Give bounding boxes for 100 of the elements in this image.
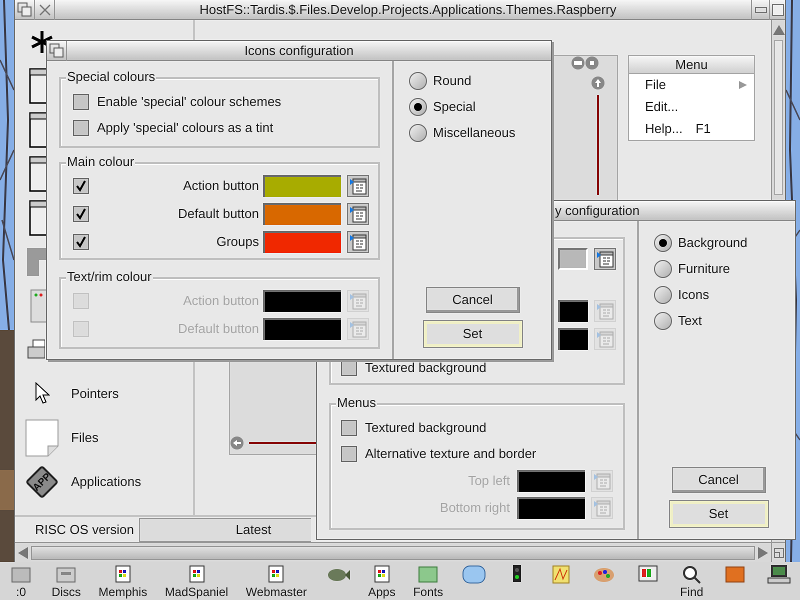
checkbox[interactable] bbox=[73, 120, 89, 136]
menu-title: Menu bbox=[629, 56, 754, 74]
checkbox[interactable] bbox=[73, 94, 89, 110]
radio-button[interactable] bbox=[654, 312, 672, 330]
checkbox[interactable] bbox=[73, 234, 89, 250]
radio-label[interactable]: Round bbox=[433, 71, 472, 91]
button[interactable]: Cancel bbox=[672, 467, 766, 493]
iconise-button[interactable] bbox=[751, 0, 769, 20]
colour-swatch[interactable] bbox=[263, 290, 341, 312]
radio-label[interactable]: Icons bbox=[678, 285, 710, 305]
picker-button[interactable] bbox=[347, 231, 369, 253]
checkbox-label[interactable]: Enable 'special' colour schemes bbox=[97, 92, 282, 112]
window-title: Icons configuration bbox=[243, 42, 355, 60]
colour-swatch[interactable] bbox=[263, 231, 341, 253]
colour-swatch[interactable] bbox=[263, 203, 341, 225]
checkbox[interactable] bbox=[73, 293, 89, 309]
radio-button[interactable] bbox=[409, 124, 427, 142]
radio-label[interactable]: Text bbox=[678, 311, 702, 331]
file-icon bbox=[25, 419, 59, 457]
window-title: HostFS::Tardis.$.Files.Develop.Projects.Applications.Themes.Raspberry bbox=[198, 0, 618, 19]
box-icon[interactable] bbox=[723, 564, 748, 584]
pointer-icon bbox=[34, 382, 50, 406]
icon-label[interactable]: Memphis bbox=[98, 584, 148, 600]
colour-swatch[interactable] bbox=[263, 175, 341, 197]
monitor-icon[interactable] bbox=[636, 564, 660, 584]
scroll-left-icon bbox=[230, 436, 244, 450]
group-title: Special colours bbox=[66, 69, 156, 85]
button[interactable]: Set bbox=[670, 501, 768, 527]
iconise-icon bbox=[754, 6, 766, 12]
computer-icon[interactable] bbox=[766, 564, 791, 584]
asterisk-icon bbox=[30, 30, 54, 54]
scroll-thumb[interactable] bbox=[774, 40, 783, 195]
toggle-size-icon bbox=[772, 4, 784, 16]
field-label: Action button bbox=[182, 292, 260, 310]
section-label[interactable]: Applications bbox=[71, 472, 142, 492]
checkbox[interactable] bbox=[341, 446, 357, 462]
back-button[interactable] bbox=[15, 0, 35, 20]
scroll-left-icon bbox=[18, 546, 28, 558]
colour-swatch[interactable] bbox=[263, 318, 341, 340]
colour-swatch[interactable] bbox=[517, 470, 585, 492]
checkbox-label[interactable]: Textured background bbox=[365, 418, 486, 438]
checkbox-label[interactable]: Alternative texture and border bbox=[365, 444, 536, 464]
radio-button[interactable] bbox=[654, 286, 672, 304]
icon-label[interactable]: Fonts bbox=[413, 584, 444, 600]
radio-label[interactable]: Furniture bbox=[678, 259, 730, 279]
menu-item[interactable]: Edit... bbox=[629, 96, 754, 118]
field-label: Top left bbox=[468, 472, 511, 490]
checkbox[interactable] bbox=[341, 420, 357, 436]
section-label[interactable]: Files bbox=[71, 428, 98, 448]
colour-swatch[interactable] bbox=[558, 328, 588, 350]
checkbox-label[interactable]: Textured background bbox=[365, 358, 486, 378]
icon-label[interactable]: MadSpaniel bbox=[164, 584, 228, 600]
toggle-size-icon bbox=[585, 56, 599, 70]
scroll-right-icon bbox=[758, 546, 768, 558]
radio-button[interactable] bbox=[654, 260, 672, 278]
checkbox-label[interactable]: Apply 'special' colours as a tint bbox=[97, 118, 274, 138]
field-label: Action button bbox=[182, 177, 260, 196]
radio-button[interactable] bbox=[654, 234, 672, 252]
menu-item[interactable]: Help... F1 bbox=[629, 118, 754, 140]
colour-swatch[interactable] bbox=[517, 496, 585, 518]
field-label: Default button bbox=[177, 205, 260, 224]
radio-label[interactable]: Background bbox=[678, 233, 748, 253]
checkbox[interactable] bbox=[73, 178, 89, 194]
radio-label[interactable]: Special bbox=[433, 97, 476, 117]
printer-icon bbox=[27, 339, 45, 361]
radio-button[interactable] bbox=[409, 98, 427, 116]
radio-label[interactable]: Miscellaneous bbox=[433, 123, 516, 143]
dropdown-field[interactable]: Latest bbox=[139, 518, 311, 542]
picker-button[interactable] bbox=[347, 175, 369, 197]
back-icon bbox=[48, 42, 65, 59]
field-label: Default button bbox=[177, 320, 260, 338]
field-label: Bottom right bbox=[440, 498, 511, 517]
checkbox[interactable] bbox=[73, 206, 89, 222]
icon-label[interactable]: :0 bbox=[16, 584, 26, 600]
button[interactable]: Cancel bbox=[426, 287, 520, 313]
section-label[interactable]: Pointers bbox=[71, 384, 119, 404]
resize-icon bbox=[774, 548, 784, 558]
icon-label[interactable]: Apps bbox=[368, 584, 396, 600]
scroll-thumb[interactable] bbox=[31, 546, 755, 560]
picker-button[interactable] bbox=[594, 248, 616, 270]
icon-label[interactable]: Discs bbox=[52, 584, 81, 600]
iconise-icon bbox=[571, 56, 585, 70]
scroll-up-icon bbox=[591, 76, 605, 90]
picker-button[interactable] bbox=[347, 203, 369, 225]
back-button[interactable] bbox=[47, 40, 67, 60]
menu-item[interactable]: File bbox=[629, 74, 754, 96]
colour-swatch[interactable] bbox=[558, 300, 588, 322]
radio-button[interactable] bbox=[409, 72, 427, 90]
back-icon bbox=[16, 1, 33, 18]
button[interactable]: Set bbox=[424, 321, 522, 347]
window-title: y configuration bbox=[555, 202, 640, 220]
toggle-size-button[interactable] bbox=[769, 0, 785, 20]
icon-label[interactable]: Find bbox=[680, 584, 704, 600]
input-field[interactable] bbox=[558, 248, 588, 270]
submenu-arrow-icon bbox=[738, 80, 748, 90]
icon-label[interactable]: Webmaster bbox=[246, 584, 307, 600]
field-label: RISC OS version bbox=[34, 520, 135, 539]
checkbox[interactable] bbox=[73, 321, 89, 337]
close-icon bbox=[38, 2, 52, 16]
field-label: Groups bbox=[215, 233, 260, 252]
